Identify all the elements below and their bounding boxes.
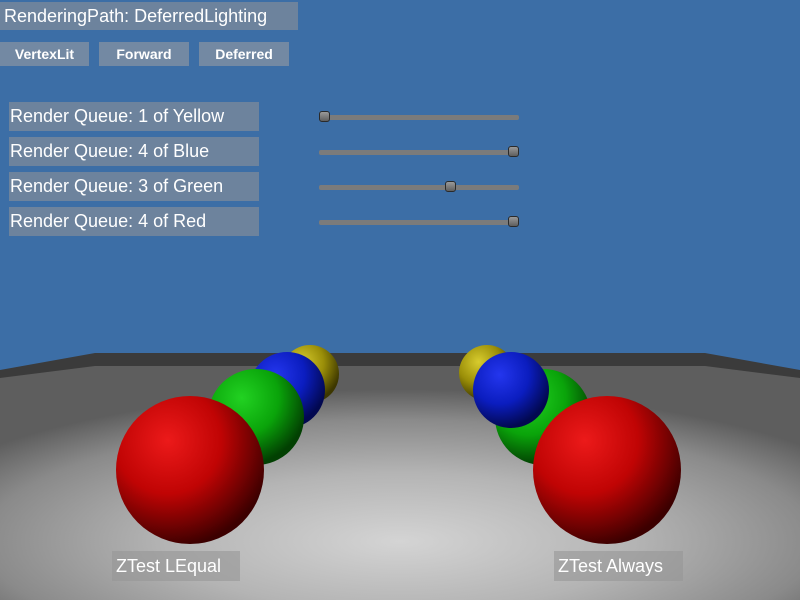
sphere-red-right (533, 396, 681, 544)
slider-thumb[interactable] (508, 216, 519, 227)
render-queue-label-green: Render Queue: 3 of Green (9, 172, 259, 201)
render-queue-slider-blue[interactable] (319, 146, 519, 157)
render-queue-slider-red[interactable] (319, 216, 519, 227)
slider-thumb[interactable] (445, 181, 456, 192)
game-viewport (0, 0, 800, 600)
slider-thumb[interactable] (508, 146, 519, 157)
render-queue-slider-green[interactable] (319, 181, 519, 192)
sphere-blue-right (473, 352, 549, 428)
forward-button[interactable]: Forward (99, 42, 189, 66)
sphere-red-left (116, 396, 264, 544)
render-queue-label-yellow: Render Queue: 1 of Yellow (9, 102, 259, 131)
render-queue-slider-yellow[interactable] (319, 111, 519, 122)
slider-thumb[interactable] (319, 111, 330, 122)
render-queue-label-red: Render Queue: 4 of Red (9, 207, 259, 236)
scene-3d (0, 345, 800, 600)
ztest-always-label: ZTest Always (554, 551, 683, 581)
render-queue-label-blue: Render Queue: 4 of Blue (9, 137, 259, 166)
rendering-path-title: RenderingPath: DeferredLighting (0, 2, 298, 30)
deferred-button[interactable]: Deferred (199, 42, 289, 66)
ztest-lequal-label: ZTest LEqual (112, 551, 240, 581)
vertexlit-button[interactable]: VertexLit (0, 42, 89, 66)
